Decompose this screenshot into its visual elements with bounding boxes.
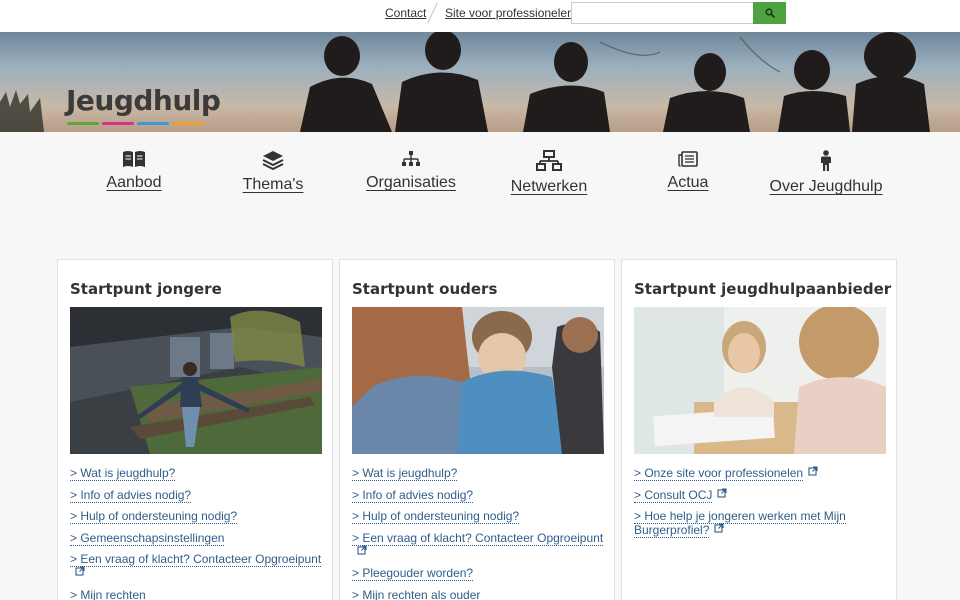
nav-label: Actua [667, 174, 709, 191]
card-title: Startpunt ouders [352, 280, 498, 298]
card-link-list: > Wat is jeugdhulp? > Info of advies nod… [70, 466, 322, 600]
link-gemeenschapsinstellingen[interactable]: > Gemeenschapsinstellingen [70, 530, 225, 546]
external-link-icon [714, 523, 724, 533]
card-title: Startpunt jeugdhulpaanbieder [634, 280, 892, 298]
card-image-jeugdhulpaanbieder [634, 307, 886, 454]
list-item: > Hoe help je jongeren werken met Mijn B… [634, 509, 886, 538]
link-text: Info of advies nodig? [80, 487, 192, 502]
list-item: > Onze site voor professionelen [634, 466, 886, 481]
link-text: Consult OCJ [644, 487, 713, 502]
list-item: > Gemeenschapsinstellingen [70, 530, 322, 546]
link-vraag-of-klacht[interactable]: > Een vraag of klacht? Contacteer Opgroe… [70, 552, 322, 567]
link-text: Info of advies nodig? [362, 487, 474, 502]
photo-youth-on-beam [70, 307, 322, 454]
logo-color-bars [67, 122, 204, 125]
nav-item-themas[interactable]: Thema's [203, 150, 343, 194]
link-mijn-burgerprofiel[interactable]: > Hoe help je jongeren werken met Mijn B… [634, 509, 846, 538]
search-input[interactable] [571, 2, 754, 24]
org-chart-icon [402, 151, 420, 166]
nav-item-actua[interactable]: Actua [618, 150, 758, 192]
open-book-icon [123, 151, 145, 167]
list-item: > Een vraag of klacht? Contacteer Opgroe… [70, 552, 322, 580]
card-image-ouders [352, 307, 604, 454]
main-navigation: Aanbod Thema's Organisaties Netwerken Ac… [66, 150, 956, 210]
hero-banner: Jeugdhulp [0, 32, 960, 132]
top-utility-bar: Contact Site voor professionelen [0, 0, 960, 32]
list-item: > Consult OCJ [634, 487, 886, 503]
link-text: Mijn rechten [80, 587, 146, 600]
hero-silhouettes [0, 32, 930, 132]
external-link-icon [357, 544, 367, 555]
list-item: > Hulp of ondersteuning nodig? [352, 509, 604, 524]
nav-item-organisaties[interactable]: Organisaties [341, 150, 481, 192]
external-link-icon [808, 466, 818, 476]
list-item: > Info of advies nodig? [70, 487, 322, 503]
photo-parent-and-child [352, 307, 604, 454]
card-link-list: > Onze site voor professionelen > Consul… [634, 466, 886, 545]
separator [427, 3, 438, 23]
card-image-jongere [70, 307, 322, 454]
link-mijn-rechten-als-ouder[interactable]: > Mijn rechten als ouder [352, 587, 481, 600]
link-info-of-advies[interactable]: > Info of advies nodig? [70, 487, 192, 503]
link-text: Een vraag of klacht? Contacteer Opgroeip… [80, 552, 322, 566]
person-icon [821, 150, 831, 171]
site-logo[interactable]: Jeugdhulp [66, 84, 221, 117]
link-text: Wat is jeugdhulp? [362, 466, 458, 480]
link-vraag-of-klacht[interactable]: > Een vraag of klacht? Contacteer Opgroe… [352, 530, 604, 546]
external-link-icon [75, 566, 85, 576]
link-text: Hulp of ondersteuning nodig? [80, 509, 238, 523]
nav-item-aanbod[interactable]: Aanbod [64, 150, 204, 192]
nav-item-over-jeugdhulp[interactable]: Over Jeugdhulp [756, 150, 896, 196]
link-text: Hoe help je jongeren werken met Mijn Bur… [634, 509, 846, 537]
link-pleegouder-worden[interactable]: > Pleegouder worden? [352, 566, 474, 581]
link-text: Onze site voor professionelen [644, 466, 804, 480]
logo-bar-blue [137, 122, 169, 125]
nav-label: Aanbod [106, 174, 162, 191]
contact-link[interactable]: Contact [385, 6, 426, 20]
card-startpunt-jeugdhulpaanbieder: Startpunt jeugdhulpaanbieder > Onze site… [621, 259, 897, 600]
list-item: > Wat is jeugdhulp? [70, 466, 322, 481]
card-link-list: > Wat is jeugdhulp? > Info of advies nod… [352, 466, 604, 600]
link-wat-is-jeugdhulp[interactable]: > Wat is jeugdhulp? [70, 466, 176, 481]
link-consult-ocj[interactable]: > Consult OCJ [634, 487, 713, 503]
link-text: Mijn rechten als ouder [362, 587, 481, 600]
logo-bar-green [67, 122, 99, 125]
link-text: Wat is jeugdhulp? [80, 466, 176, 480]
search-button[interactable] [753, 2, 786, 24]
link-text: Pleegouder worden? [362, 566, 474, 580]
list-item: > Een vraag of klacht? Contacteer Opgroe… [352, 530, 604, 559]
newspaper-icon [678, 151, 698, 167]
nav-label: Thema's [242, 176, 304, 193]
search-icon [764, 8, 775, 18]
link-text: Hulp of ondersteuning nodig? [362, 509, 520, 523]
link-hulp-of-ondersteuning[interactable]: > Hulp of ondersteuning nodig? [70, 509, 238, 524]
logo-bar-pink [102, 122, 134, 125]
link-site-professionelen[interactable]: > Onze site voor professionelen [634, 466, 804, 481]
link-text: Een vraag of klacht? Contacteer Opgroeip… [362, 530, 604, 545]
link-wat-is-jeugdhulp[interactable]: > Wat is jeugdhulp? [352, 466, 458, 481]
link-info-of-advies[interactable]: > Info of advies nodig? [352, 487, 474, 503]
list-item: > Wat is jeugdhulp? [352, 466, 604, 481]
nav-item-netwerken[interactable]: Netwerken [479, 150, 619, 196]
nav-label: Organisaties [366, 174, 456, 191]
list-item: > Pleegouder worden? [352, 566, 604, 581]
list-item: > Hulp of ondersteuning nodig? [70, 509, 322, 524]
external-link-icon [717, 487, 727, 498]
nav-label: Over Jeugdhulp [769, 178, 883, 195]
link-mijn-rechten[interactable]: > Mijn rechten [70, 587, 146, 600]
professionals-link[interactable]: Site voor professionelen [445, 6, 574, 20]
logo-bar-orange [172, 122, 204, 125]
link-text: Gemeenschapsinstellingen [80, 530, 225, 545]
list-item: > Mijn rechten [70, 587, 322, 600]
list-item: > Mijn rechten als ouder [352, 587, 604, 600]
card-title: Startpunt jongere [70, 280, 222, 298]
nav-label: Netwerken [510, 178, 588, 195]
layers-icon [262, 151, 284, 170]
list-item: > Info of advies nodig? [352, 487, 604, 503]
link-hulp-of-ondersteuning[interactable]: > Hulp of ondersteuning nodig? [352, 509, 520, 524]
card-startpunt-ouders: Startpunt ouders > Wat is jeugdhulp? > I… [339, 259, 615, 600]
photo-meeting [634, 307, 886, 454]
network-icon [536, 150, 562, 171]
card-startpunt-jongere: Startpunt jongere > Wat is jeugdhulp? > … [57, 259, 333, 600]
